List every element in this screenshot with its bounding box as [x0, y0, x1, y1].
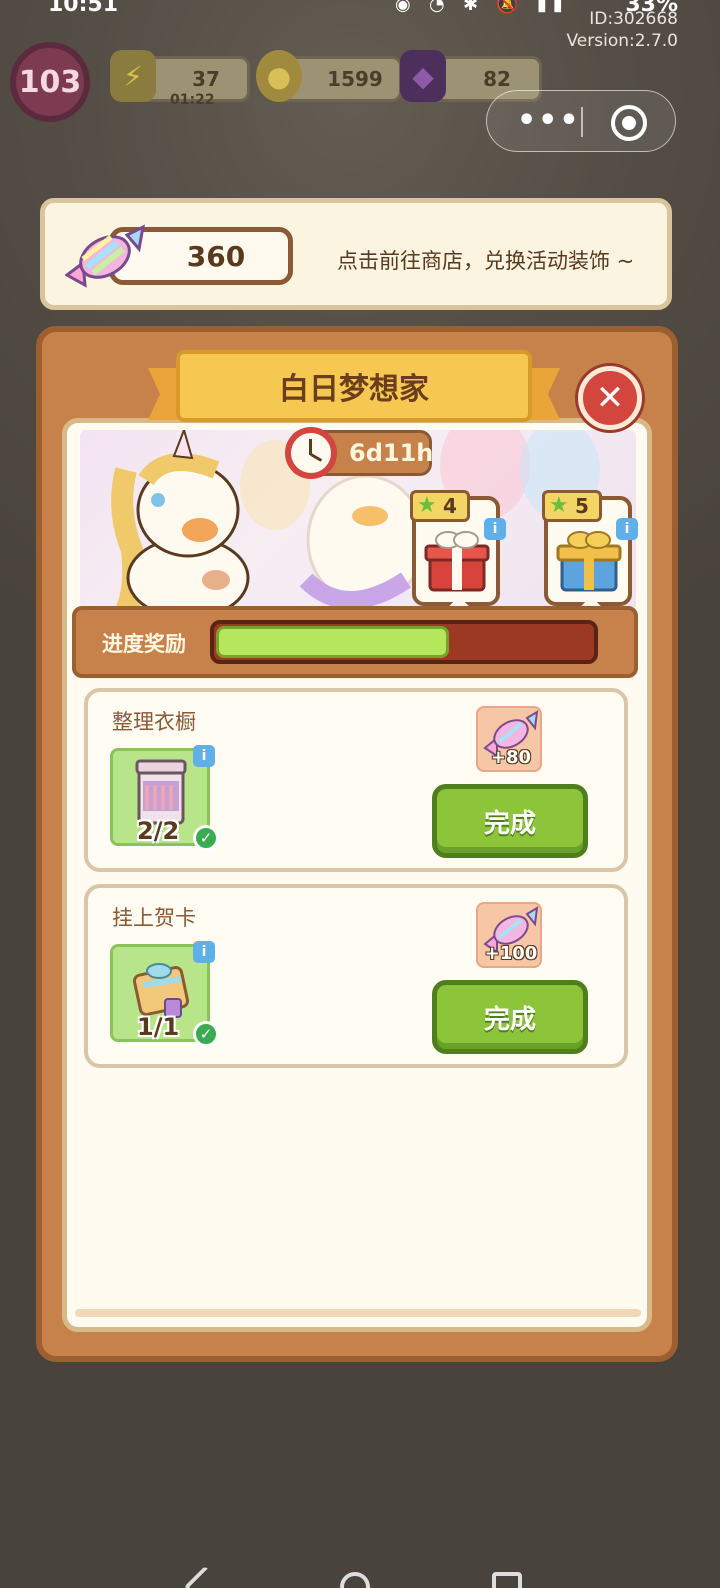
red-gift-box-icon: [424, 531, 490, 592]
star-requirement: 4: [410, 490, 470, 522]
reward-amount: +100: [484, 943, 538, 964]
star-count: 5: [575, 494, 589, 518]
more-menu-icon[interactable]: •••: [517, 103, 581, 138]
star-count: 4: [443, 494, 457, 518]
lightning-icon: ⚡: [110, 50, 156, 102]
progress-fill: [216, 626, 449, 658]
capsule-divider: [581, 107, 583, 137]
build-version: Version:2.7.0: [566, 31, 679, 51]
complete-task-button[interactable]: 完成: [432, 784, 588, 858]
scroll-bottom-strip: [75, 1309, 641, 1317]
task-card: 挂上贺卡 1/1 ✓ i +100 完成: [84, 884, 628, 1068]
ribbon-body: 白日梦想家: [176, 350, 532, 422]
task-reward: +100: [476, 902, 542, 968]
recents-icon[interactable]: [492, 1572, 522, 1588]
back-icon[interactable]: [183, 1565, 227, 1588]
event-shop-banner[interactable]: 360 点击前往商店，兑换活动装饰 ~: [40, 198, 672, 310]
complete-task-button[interactable]: 完成: [432, 980, 588, 1054]
coin-icon: ●: [256, 50, 302, 102]
close-button[interactable]: ✕: [578, 366, 642, 430]
progress-label: 进度奖励: [102, 632, 186, 656]
task-card: 整理衣橱 2/2 ✓ i +80 完成: [84, 688, 628, 872]
check-icon: ✓: [193, 825, 219, 851]
event-title-ribbon: 白日梦想家: [148, 350, 560, 428]
home-icon[interactable]: [340, 1572, 370, 1588]
info-icon[interactable]: i: [193, 745, 215, 767]
progress-reward-4[interactable]: 4 i: [410, 490, 506, 622]
task-reward: +80: [476, 706, 542, 772]
progress-reward-5[interactable]: 5 i: [542, 490, 638, 622]
build-info: ID:302668 Version:2.7.0: [567, 8, 679, 52]
clock-icon: [285, 427, 337, 479]
gem-icon: ◆: [400, 50, 446, 102]
top-hud: 103 37 ⚡ 01:22 1599 ● 82 ◆: [10, 42, 570, 122]
check-icon: ✓: [193, 1021, 219, 1047]
task-title: 整理衣橱: [112, 710, 196, 734]
energy-timer: 01:22: [170, 92, 215, 108]
star-requirement: 5: [542, 490, 602, 522]
build-id: ID:302668: [589, 9, 678, 29]
progress-reward-bar: 进度奖励: [72, 606, 638, 678]
close-miniprogram-icon[interactable]: [611, 105, 647, 141]
coin-value: 1599: [327, 67, 383, 91]
info-icon[interactable]: i: [193, 941, 215, 963]
shop-hint-text: 点击前往商店，兑换活动装饰 ~: [337, 249, 635, 273]
energy-value: 37: [192, 67, 220, 91]
task-progress: 2/2: [137, 817, 180, 845]
status-icons: ◉ ◔ ✱ 🔕 ▮▮: [395, 0, 569, 15]
status-time: 10:51: [48, 0, 119, 17]
rainbow-candy-icon: [65, 224, 145, 288]
blue-gift-box-icon: [556, 531, 622, 592]
progress-track: [210, 620, 598, 664]
unicorn-cow-character: [111, 430, 250, 610]
system-nav-bar: [0, 1558, 720, 1588]
player-level-badge[interactable]: 103: [10, 42, 90, 122]
gem-value: 82: [483, 67, 511, 91]
task-title: 挂上贺卡: [112, 906, 196, 930]
miniprogram-capsule: •••: [486, 90, 676, 152]
event-timer-text: 6d11h: [349, 439, 434, 467]
reward-amount: +80: [490, 747, 532, 768]
event-title: 白日梦想家: [279, 372, 429, 407]
task-item-thumb[interactable]: 1/1 ✓ i: [110, 941, 219, 1047]
close-icon: ✕: [595, 378, 625, 418]
task-item-thumb[interactable]: 2/2 ✓ i: [110, 745, 219, 851]
task-progress: 1/1: [137, 1013, 180, 1041]
event-timer: 6d11h: [285, 427, 434, 479]
